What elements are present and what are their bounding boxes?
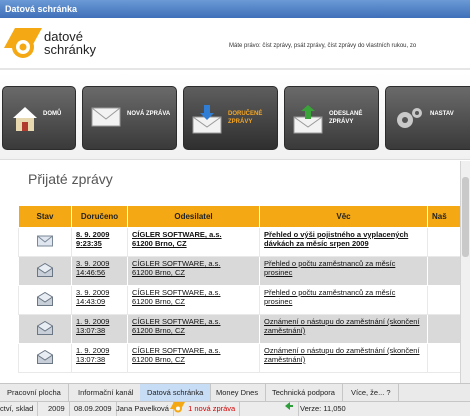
- ours-cell: [427, 285, 460, 315]
- ours-cell: [427, 343, 460, 373]
- toolbar: Domů Nová zpráva Doručené zprávy Odeslan…: [0, 72, 470, 160]
- page-title: Přijaté zprávy: [28, 171, 113, 187]
- table-row[interactable]: 1. 9. 2009 13:07:38 CÍGLER SOFTWARE, a.s.…: [18, 343, 460, 373]
- table-row[interactable]: 3. 9. 2009 14:46:56 CÍGLER SOFTWARE, a.s.…: [18, 256, 460, 286]
- envelope-icon: [91, 107, 121, 127]
- gears-icon: [397, 108, 422, 128]
- subject-link[interactable]: Přehled o počtu zaměstnanců za měsíc pro…: [264, 259, 395, 277]
- permissions-text: Máte právo: číst zprávy, psát zprávy, čí…: [229, 43, 417, 49]
- settings-button-label: Nastav: [430, 111, 454, 117]
- sender-link[interactable]: CÍGLER SOFTWARE, a.s. 61200 Brno, CZ: [132, 259, 220, 277]
- delivered-date-link[interactable]: 1. 9. 2009 13:07:38: [76, 346, 109, 364]
- delivered-date-link[interactable]: 3. 9. 2009 14:43:09: [76, 288, 109, 306]
- subject-link[interactable]: Přehled o výši pojistného a vyplacených …: [264, 230, 408, 248]
- tab-more[interactable]: Více, že... ?: [344, 384, 399, 402]
- datove-schranky-small-icon: [170, 402, 185, 413]
- ours-cell: [427, 314, 460, 344]
- bottom-tab-bar: Pracovní plocha Informační kanál Datová …: [0, 383, 470, 402]
- tab-tech-support[interactable]: Technická podpora: [265, 384, 343, 402]
- home-button-label: Domů: [43, 111, 62, 117]
- window-title: Datová schránka: [0, 0, 470, 18]
- new-message-button[interactable]: Nová zpráva: [82, 86, 177, 150]
- sent-messages-button[interactable]: Odeslané zprávy: [284, 86, 379, 150]
- tab-info-channel[interactable]: Informační kanál: [71, 384, 142, 402]
- delivered-date-link[interactable]: 8. 9. 2009 9:23:35: [76, 230, 109, 248]
- tab-workspace[interactable]: Pracovní plocha: [0, 384, 69, 402]
- main-content: Přijaté zprávy Stav Doručeno Odesilatel …: [0, 161, 460, 383]
- tab-data-box[interactable]: Datová schránka: [140, 384, 212, 402]
- delivered-date-link[interactable]: 3. 9. 2009 14:46:56: [76, 259, 109, 277]
- status-bar: ctví, sklad 2009 08.09.2009 Jana Pavelko…: [0, 401, 470, 416]
- table-header-row: Stav Doručeno Odesilatel Věc Naš: [18, 205, 460, 228]
- column-header-sender[interactable]: Odesilatel: [127, 205, 260, 228]
- logo-text: datové schránky: [44, 30, 96, 56]
- inbox-button-label: Doručené zprávy: [228, 111, 263, 125]
- inbox-arrow-icon: [192, 105, 222, 134]
- status-year: 2009: [44, 402, 70, 416]
- table-row[interactable]: 3. 9. 2009 14:43:09 CÍGLER SOFTWARE, a.s.…: [18, 285, 460, 315]
- logo-line-2: schránky: [44, 42, 97, 57]
- open-envelope-icon: [36, 320, 54, 335]
- sender-link[interactable]: CÍGLER SOFTWARE, a.s. 61200 Brno, CZ: [132, 346, 220, 364]
- sender-link[interactable]: CÍGLER SOFTWARE, a.s. 61200 Brno, CZ: [132, 317, 220, 335]
- subject-link[interactable]: Přehled o počtu zaměstnanců za měsíc pro…: [264, 288, 395, 306]
- column-header-ours[interactable]: Naš: [427, 205, 460, 228]
- new-message-text: 1 nová zpráva: [188, 404, 236, 413]
- datove-schranky-logo-icon: [4, 28, 42, 58]
- open-envelope-icon: [36, 291, 54, 306]
- ours-cell: [427, 227, 460, 257]
- open-envelope-icon: [36, 349, 54, 364]
- settings-button[interactable]: Nastav: [385, 86, 470, 150]
- delivered-date-link[interactable]: 1. 9. 2009 13:07:38: [76, 317, 109, 335]
- sender-link[interactable]: CÍGLER SOFTWARE, a.s. 61200 Brno, CZ: [132, 288, 220, 306]
- inbox-button[interactable]: Doručené zprávy: [183, 86, 278, 150]
- header: datové schránky Máte právo: číst zprávy,…: [0, 18, 470, 70]
- status-user: Jana Pavelková: [112, 402, 174, 416]
- messages-table: Stav Doručeno Odesilatel Věc Naš 8. 9. 2…: [18, 205, 460, 373]
- column-header-subject[interactable]: Věc: [259, 205, 428, 228]
- table-row[interactable]: 1. 9. 2009 13:07:38 CÍGLER SOFTWARE, a.s.…: [18, 314, 460, 344]
- sender-link[interactable]: CÍGLER SOFTWARE, a.s. 61200 Brno, CZ: [132, 230, 222, 248]
- closed-envelope-icon: [37, 235, 53, 247]
- tab-money-dnes[interactable]: Money Dnes: [209, 384, 267, 402]
- column-header-status[interactable]: Stav: [18, 205, 72, 228]
- column-header-delivered[interactable]: Doručeno: [71, 205, 128, 228]
- home-button[interactable]: Domů: [2, 86, 76, 150]
- ours-cell: [427, 256, 460, 286]
- sent-messages-button-label: Odeslané zprávy: [329, 111, 363, 125]
- new-message-indicator[interactable]: 1 nová zpráva: [166, 402, 241, 416]
- outbox-arrow-icon: [293, 105, 323, 134]
- subject-link[interactable]: Oznámení o nástupu do zaměstnání (skonče…: [264, 346, 420, 364]
- status-date: 08.09.2009: [70, 402, 117, 416]
- table-row[interactable]: 8. 9. 2009 9:23:35 CÍGLER SOFTWARE, a.s. 6…: [18, 227, 460, 257]
- subject-link[interactable]: Oznámení o nástupu do zaměstnání (skonče…: [264, 317, 420, 335]
- house-icon: [13, 107, 37, 131]
- open-envelope-icon: [36, 262, 54, 277]
- status-version: Verze: 11,050: [300, 404, 346, 413]
- vertical-scrollbar[interactable]: [460, 161, 470, 383]
- new-message-button-label: Nová zpráva: [127, 111, 171, 117]
- status-agenda: ctví, sklad: [0, 402, 39, 416]
- scrollbar-thumb[interactable]: [462, 177, 469, 257]
